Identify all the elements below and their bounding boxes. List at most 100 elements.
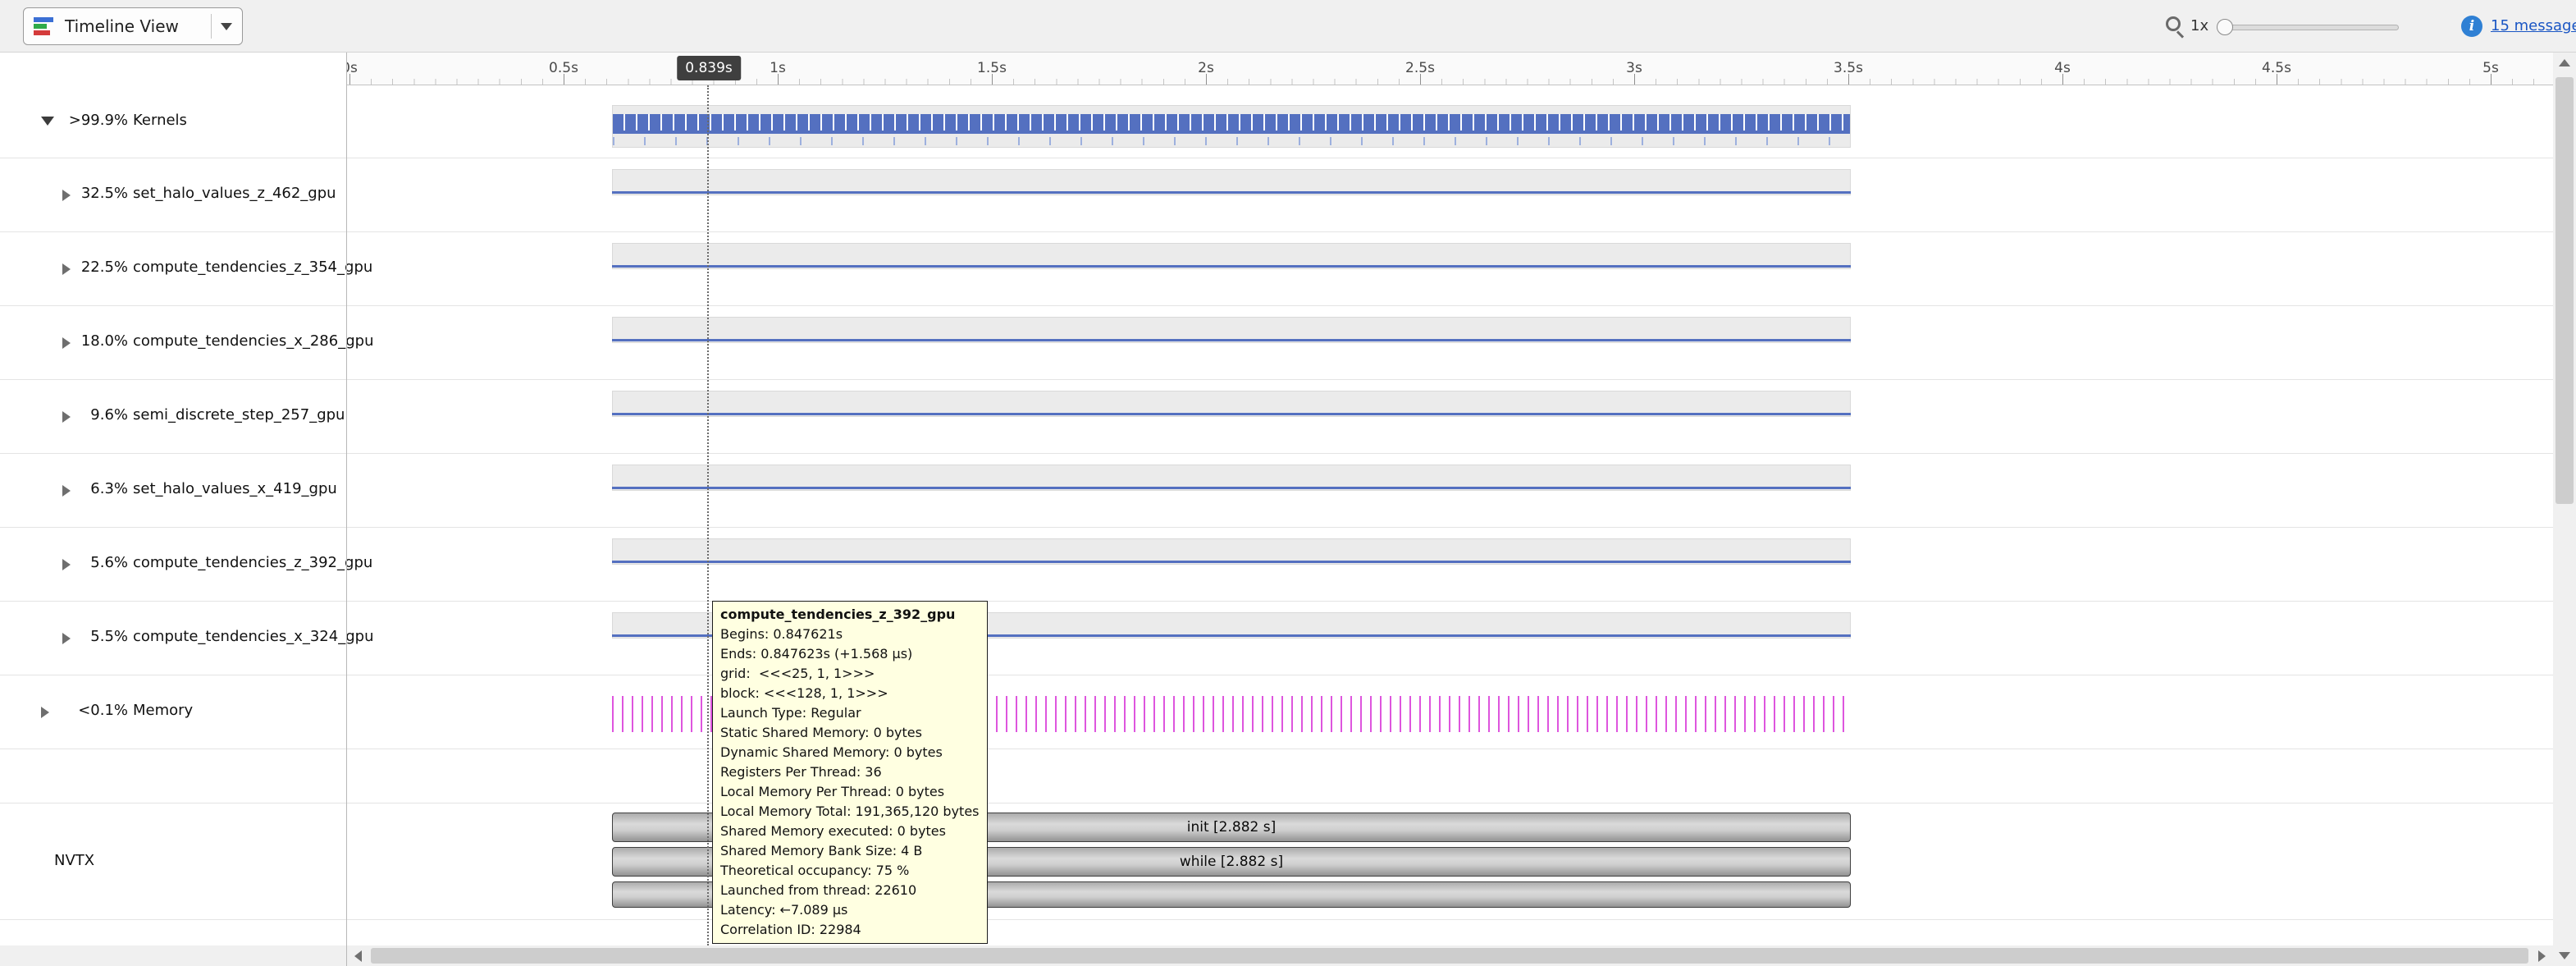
row-name: set_halo_values_z_462_gpu (133, 185, 336, 202)
vertical-scrollbar[interactable] (2553, 53, 2576, 966)
horizontal-scrollbar[interactable] (346, 945, 2553, 966)
ruler-tick-label: 5s (2482, 60, 2499, 76)
sidebar-row-nvtx[interactable]: NVTX (54, 852, 94, 869)
triangle-collapsed-icon[interactable] (41, 707, 49, 718)
time-marker-badge: 0.839s (677, 56, 741, 80)
row-percent: 32.5% (49, 185, 128, 202)
info-icon[interactable]: i (2461, 16, 2482, 37)
row-name: compute_tendencies_z_354_gpu (133, 259, 372, 276)
tooltip-line: Local Memory Total: 191,365,120 bytes (720, 802, 980, 822)
view-selector-dropdown[interactable]: Timeline View (23, 7, 243, 45)
tooltip-line: Launched from thread: 22610 (720, 881, 980, 900)
sidebar-row-kernel[interactable]: 9.6% semi_discrete_step_257_gpu (0, 379, 346, 453)
zoom-magnifier-icon (2166, 16, 2181, 31)
row-percent: >99.9% (49, 112, 128, 129)
scroll-down-button[interactable] (2553, 945, 2576, 966)
row-separator (0, 527, 2553, 528)
scroll-left-button[interactable] (346, 945, 369, 966)
kernels-summary-band[interactable] (612, 105, 1851, 148)
kernel-activity-line (612, 265, 1851, 268)
kernel-row-band[interactable] (612, 391, 1851, 417)
kernel-row-band[interactable] (612, 243, 1851, 269)
ruler-tick-label: 1.5s (977, 60, 1007, 76)
ruler-tick-label: 4s (2054, 60, 2071, 76)
ruler-tick-label: 1s (770, 60, 786, 76)
row-percent: 6.3% (49, 480, 128, 497)
tooltip-line: Local Memory Per Thread: 0 bytes (720, 782, 980, 802)
kernel-activity-line (612, 191, 1851, 194)
zoom-slider-thumb[interactable] (2217, 19, 2233, 35)
panel-divider[interactable] (346, 53, 347, 966)
tooltip-line: block: <<<128, 1, 1>>> (720, 684, 980, 703)
tooltip-line: Shared Memory Bank Size: 4 B (720, 841, 980, 861)
ruler-tick-label: 4.5s (2262, 60, 2291, 76)
kernel-bars-strip (613, 114, 1850, 130)
kernel-activity-line (612, 487, 1851, 489)
tooltip-line: Registers Per Thread: 36 (720, 762, 980, 782)
sidebar-row-kernels[interactable]: >99.9% Kernels (0, 85, 346, 158)
ruler-tick-label: 0.5s (549, 60, 578, 76)
tooltip-line: Latency: ←7.089 μs (720, 900, 980, 920)
dropdown-divider (211, 14, 212, 39)
kernel-tooltip: compute_tendencies_z_392_gpu Begins: 0.8… (712, 601, 988, 944)
row-separator (0, 919, 2553, 920)
kernel-row-band[interactable] (612, 538, 1851, 565)
kernel-activity-line (613, 130, 1850, 134)
row-name: Kernels (133, 112, 187, 129)
time-ruler[interactable]: 0s 0.5s 1s 1.5s 2s 2.5s 3s 3.5s 4s 4.5s … (346, 53, 2553, 85)
kernel-row-band[interactable] (612, 317, 1851, 343)
sidebar-row-kernel[interactable]: 32.5% set_halo_values_z_462_gpu (0, 158, 346, 231)
sidebar-row-kernel[interactable]: 22.5% compute_tendencies_z_354_gpu (0, 231, 346, 305)
row-percent: 22.5% (49, 259, 128, 276)
row-percent: <0.1% (49, 702, 128, 719)
tooltip-line: Launch Type: Regular (720, 703, 980, 723)
arrow-down-icon (2559, 952, 2570, 959)
sidebar-row-kernel[interactable]: 5.5% compute_tendencies_x_324_gpu (0, 601, 346, 675)
row-separator (0, 231, 2553, 232)
tooltip-line: Theoretical occupancy: 75 % (720, 861, 980, 881)
row-name: compute_tendencies_x_324_gpu (133, 628, 373, 645)
row-name: compute_tendencies_x_286_gpu (133, 332, 373, 350)
tooltip-line: Begins: 0.847621s (720, 625, 980, 644)
chevron-down-icon[interactable] (221, 23, 232, 30)
ruler-tick-label: 3s (1626, 60, 1642, 76)
toolbar: Timeline View 1x i 15 messages (0, 0, 2576, 53)
sidebar-row-kernel[interactable]: 5.6% compute_tendencies_z_392_gpu (0, 527, 346, 601)
zoom-level-label: 1x (2190, 17, 2208, 34)
arrow-up-icon (2559, 59, 2570, 66)
ruler-tick-label: 3.5s (1834, 60, 1863, 76)
row-separator (0, 453, 2553, 454)
tooltip-line: Dynamic Shared Memory: 0 bytes (720, 743, 980, 762)
row-percent: 18.0% (49, 332, 128, 350)
scroll-up-button[interactable] (2553, 53, 2576, 73)
tooltip-line: Static Shared Memory: 0 bytes (720, 723, 980, 743)
tooltip-title: compute_tendencies_z_392_gpu (720, 605, 980, 625)
time-cursor-line (707, 85, 709, 945)
row-percent: 5.5% (49, 628, 128, 645)
kernel-sparse-ticks (613, 137, 1850, 145)
sidebar-row-kernel[interactable]: 18.0% compute_tendencies_x_286_gpu (0, 305, 346, 379)
kernel-activity-line (612, 339, 1851, 341)
tooltip-line: Ends: 0.847623s (+1.568 μs) (720, 644, 980, 664)
row-separator (0, 601, 2553, 602)
ruler-tick-label: 0s (346, 60, 358, 76)
row-percent: 5.6% (49, 554, 128, 571)
nsight-timeline-window: Timeline View 1x i 15 messages 0s 0.5s 1… (0, 0, 2576, 966)
row-name: Memory (133, 702, 193, 719)
arrow-right-icon (2538, 950, 2546, 962)
vertical-scrollbar-thumb[interactable] (2555, 77, 2574, 504)
kernel-row-band[interactable] (612, 465, 1851, 491)
sidebar-row-kernel[interactable]: 6.3% set_halo_values_x_419_gpu (0, 453, 346, 527)
scroll-right-button[interactable] (2530, 945, 2553, 966)
row-name: semi_discrete_step_257_gpu (133, 406, 345, 423)
kernel-row-band[interactable] (612, 169, 1851, 195)
messages-link[interactable]: 15 messages (2491, 17, 2576, 34)
kernel-activity-line (612, 413, 1851, 415)
ruler-tick-label: 2.5s (1405, 60, 1435, 76)
sidebar-row-memory[interactable]: <0.1% Memory (0, 675, 346, 749)
horizontal-scrollbar-thumb[interactable] (371, 948, 2528, 964)
arrow-left-icon (354, 950, 362, 962)
zoom-slider-track[interactable] (2217, 25, 2399, 30)
row-separator (0, 305, 2553, 306)
tooltip-line: Shared Memory executed: 0 bytes (720, 822, 980, 841)
